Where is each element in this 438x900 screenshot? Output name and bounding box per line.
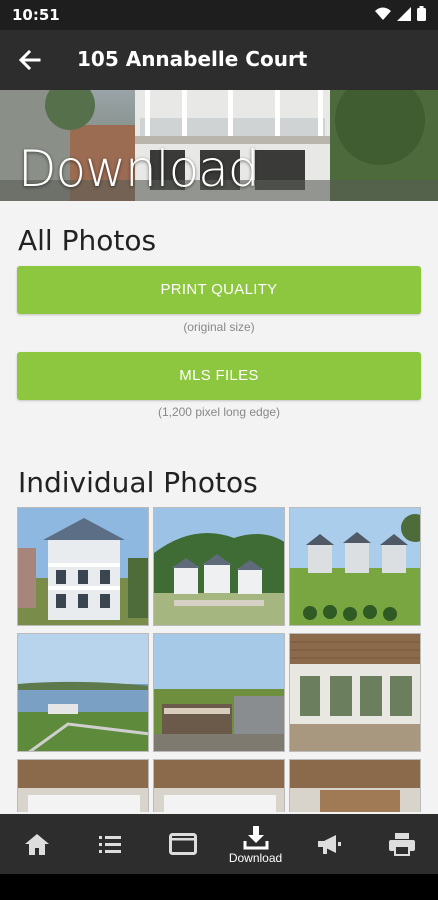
app-bar: 105 Annabelle Court <box>0 30 438 90</box>
photo-grid <box>17 507 421 812</box>
status-icons <box>375 6 426 21</box>
print-quality-button[interactable]: PRINT QUALITY <box>17 266 421 314</box>
signal-icon <box>397 6 411 21</box>
mls-files-note: (1,200 pixel long edge) <box>157 405 281 419</box>
photo-thumbnail-9[interactable] <box>289 759 421 812</box>
status-time: 10:51 <box>12 6 60 24</box>
megaphone-icon <box>317 835 341 854</box>
photo-thumbnail-3[interactable] <box>289 507 421 626</box>
photo-thumbnail-4[interactable] <box>17 633 149 752</box>
nav-home[interactable] <box>0 814 73 874</box>
arrow-left-icon[interactable] <box>16 46 44 74</box>
nav-download-label: Download <box>228 850 283 865</box>
photo-thumbnail-6[interactable] <box>289 633 421 752</box>
page-title: 105 Annabelle Court <box>77 47 308 71</box>
nav-marketing[interactable] <box>292 814 365 874</box>
photo-thumbnail-8[interactable] <box>153 759 285 812</box>
hero-banner: Download <box>0 90 438 201</box>
battery-icon <box>417 6 426 21</box>
hero-heading: Download <box>18 140 260 198</box>
nav-list[interactable] <box>73 814 146 874</box>
photo-thumbnail-5[interactable] <box>153 633 285 752</box>
nav-download[interactable]: Download <box>219 814 292 874</box>
system-nav-bar <box>0 874 438 900</box>
print-quality-note: (original size) <box>183 320 255 334</box>
nav-browser[interactable] <box>146 814 219 874</box>
photo-thumbnail-7[interactable] <box>17 759 149 812</box>
photo-thumbnail-1[interactable] <box>17 507 149 626</box>
printer-icon <box>388 833 415 856</box>
download-icon <box>243 825 268 849</box>
status-bar: 10:51 <box>0 0 438 30</box>
home-icon <box>24 834 49 855</box>
individual-photos-title: Individual Photos <box>18 466 258 499</box>
nav-print[interactable] <box>365 814 438 874</box>
photo-thumbnail-2[interactable] <box>153 507 285 626</box>
bottom-nav: Download <box>0 814 438 874</box>
browser-icon <box>168 833 197 855</box>
all-photos-title: All Photos <box>18 224 157 257</box>
list-icon <box>98 836 121 853</box>
mls-files-button[interactable]: MLS FILES <box>17 352 421 400</box>
wifi-icon <box>375 7 391 20</box>
